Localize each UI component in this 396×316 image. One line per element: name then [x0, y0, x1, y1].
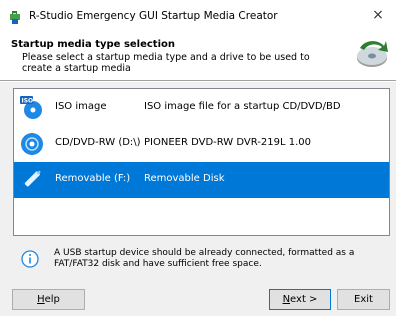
media-item-description: PIONEER DVD-RW DVR-219L 1.00	[144, 137, 311, 148]
media-item-description: ISO image file for a startup CD/DVD/BD	[144, 101, 341, 112]
media-item-removable[interactable]: Removable (F:) Removable Disk	[14, 162, 389, 198]
app-icon	[10, 11, 20, 24]
media-item-name: CD/DVD-RW (D:\)	[55, 137, 141, 148]
close-button[interactable]: ×	[360, 0, 396, 30]
media-item-description: Removable Disk	[144, 173, 225, 184]
media-item-iso[interactable]: ISO ISO image ISO image file for a start…	[14, 90, 389, 126]
optical-disc-icon	[21, 133, 43, 155]
wizard-header: Startup media type selection Please sele…	[0, 30, 396, 80]
media-type-list[interactable]: ISO ISO image ISO image file for a start…	[13, 88, 390, 236]
window-title: R-Studio Emergency GUI Startup Media Cre…	[29, 10, 278, 22]
svg-text:ISO: ISO	[22, 98, 34, 105]
page-title: Startup media type selection	[11, 39, 176, 50]
title-bar: R-Studio Emergency GUI Startup Media Cre…	[0, 0, 396, 30]
usb-drive-icon	[24, 170, 41, 187]
media-item-name: Removable (F:)	[55, 173, 131, 184]
exit-button[interactable]: Exit	[337, 289, 390, 310]
page-description: Please select a startup media type and a…	[22, 52, 310, 74]
disc-arrow-icon	[357, 41, 388, 67]
next-button[interactable]: Next >	[269, 289, 331, 310]
info-icon	[21, 250, 39, 268]
info-text: A USB startup device should be already c…	[54, 248, 355, 269]
iso-icon: ISO	[20, 96, 42, 119]
info-panel: A USB startup device should be already c…	[13, 246, 390, 276]
help-button[interactable]: Help	[12, 289, 85, 310]
media-item-optical[interactable]: CD/DVD-RW (D:\) PIONEER DVD-RW DVR-219L …	[14, 126, 389, 162]
media-item-name: ISO image	[55, 101, 107, 112]
